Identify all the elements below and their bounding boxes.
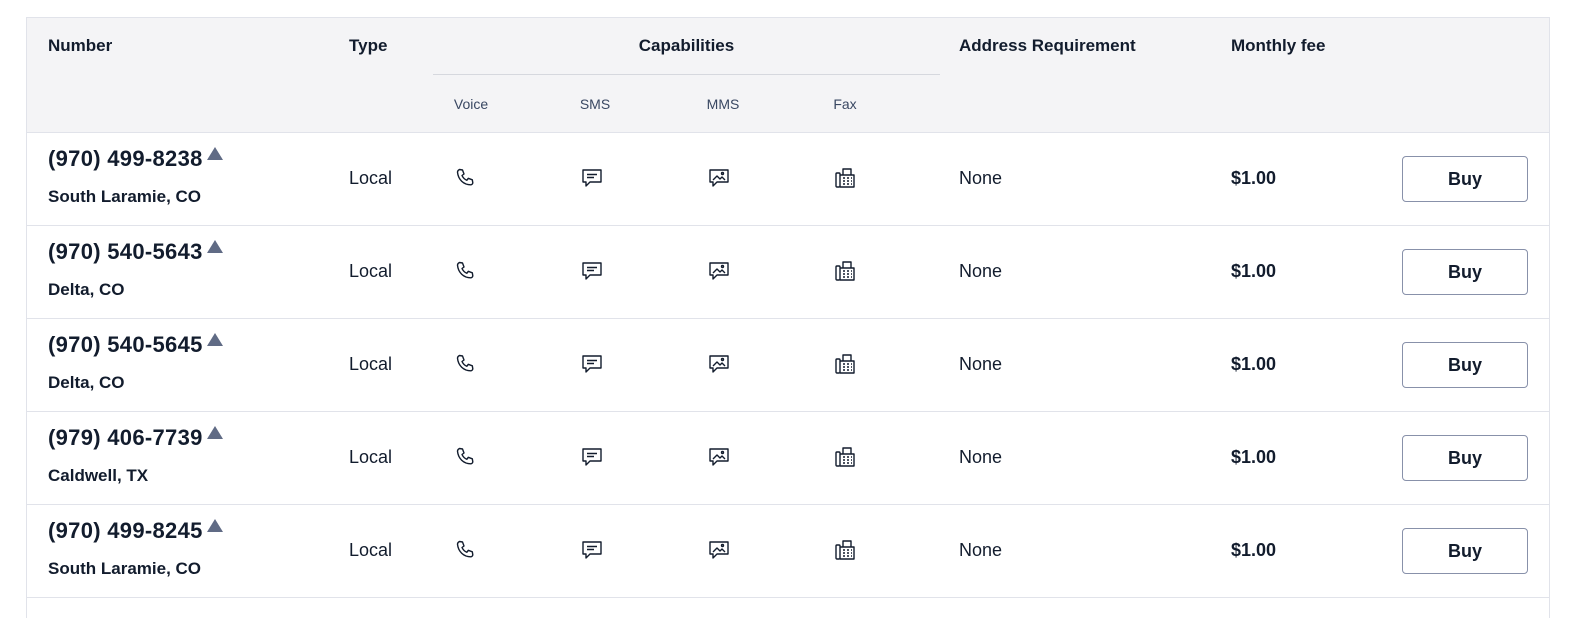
phone-icon [453,538,477,562]
number-cell: (970) 499-8245 [48,518,223,544]
number-location: Caldwell, TX [48,466,149,485]
address-requirement: None [959,540,1003,560]
buy-button[interactable]: Buy [1402,435,1528,481]
rating-triangle-icon [206,333,223,346]
monthly-fee: $1.00 [1231,261,1277,281]
buy-button[interactable]: Buy [1402,249,1528,295]
monthly-fee: $1.00 [1231,354,1277,374]
monthly-fee: $1.00 [1231,447,1277,467]
sms-icon [580,259,604,283]
mms-icon [707,538,731,562]
subheader-sms: SMS [579,96,611,112]
number-type: Local [349,168,393,188]
address-requirement: None [959,261,1003,281]
number-cell: (970) 499-8238 [48,146,223,172]
subheader-fax: Fax [833,96,857,112]
mms-icon [707,352,731,376]
sms-icon [580,445,604,469]
table-row: (970) 540-5645 Delta, CO Local None $1.0… [27,319,1549,412]
monthly-fee: $1.00 [1231,168,1277,188]
phone-number-table: Number Type Capabilities Address Require… [26,17,1550,618]
monthly-fee: $1.00 [1231,540,1277,560]
number-cell: (979) 406-7739 [48,425,223,451]
table-header: Number Type Capabilities Address Require… [27,18,1549,133]
mms-icon [707,259,731,283]
header-address-requirement[interactable]: Address Requirement [959,36,1136,56]
fax-icon [833,445,857,469]
number-type: Local [349,447,393,467]
mms-icon [707,166,731,190]
number-location: Delta, CO [48,373,125,392]
buy-button[interactable]: Buy [1402,342,1528,388]
rating-triangle-icon [206,426,223,439]
phone-icon [453,166,477,190]
rating-triangle-icon [206,519,223,532]
buy-button[interactable]: Buy [1402,528,1528,574]
fax-icon [833,166,857,190]
sms-icon [580,538,604,562]
header-number[interactable]: Number [48,36,112,56]
buy-button[interactable]: Buy [1402,156,1528,202]
number-location: South Laramie, CO [48,187,202,206]
fax-icon [833,259,857,283]
phone-number: (970) 540-5645 [48,332,203,357]
fax-icon [833,538,857,562]
phone-number: (970) 499-8238 [48,146,203,171]
number-location: Delta, CO [48,280,125,299]
phone-number: (970) 540-5643 [48,239,203,264]
table-body: (970) 499-8238 South Laramie, CO Local N… [27,133,1549,598]
number-cell: (970) 540-5645 [48,332,223,358]
phone-icon [453,445,477,469]
header-capabilities: Capabilities [638,36,735,55]
table-row: (970) 540-5643 Delta, CO Local None $1.0… [27,226,1549,319]
number-type: Local [349,261,393,281]
address-requirement: None [959,168,1003,188]
header-monthly-fee[interactable]: Monthly fee [1231,36,1325,56]
rating-triangle-icon [206,240,223,253]
capabilities-divider [433,74,940,75]
number-type: Local [349,354,393,374]
fax-icon [833,352,857,376]
subheader-mms: MMS [706,96,740,112]
sms-icon [580,166,604,190]
subheader-voice: Voice [453,96,489,112]
table-row: (970) 499-8238 South Laramie, CO Local N… [27,133,1549,226]
phone-number: (970) 499-8245 [48,518,203,543]
number-location: South Laramie, CO [48,559,202,578]
address-requirement: None [959,447,1003,467]
number-cell: (970) 540-5643 [48,239,223,265]
header-type[interactable]: Type [349,36,387,56]
sms-icon [580,352,604,376]
phone-number: (979) 406-7739 [48,425,203,450]
address-requirement: None [959,354,1003,374]
phone-icon [453,352,477,376]
rating-triangle-icon [206,147,223,160]
phone-icon [453,259,477,283]
table-row: (970) 499-8245 South Laramie, CO Local N… [27,505,1549,598]
mms-icon [707,445,731,469]
table-row: (979) 406-7739 Caldwell, TX Local None $… [27,412,1549,505]
number-type: Local [349,540,393,560]
